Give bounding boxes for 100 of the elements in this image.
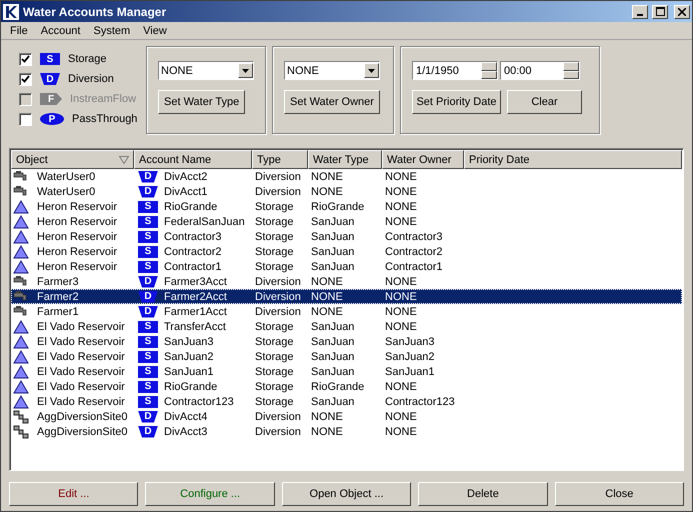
triangle-icon (13, 380, 29, 394)
table-cell-text: SanJuan (310, 246, 356, 258)
table-cell-text: NONE (310, 426, 344, 438)
table-cell-text: Diversion (254, 426, 302, 438)
table-cell-text: SanJuan (310, 260, 356, 272)
set-button[interactable]: Set Water Type (158, 90, 246, 114)
triangle-icon (13, 244, 29, 258)
column-header[interactable]: Water Type (308, 150, 382, 169)
date-field[interactable]: 1/1/1950 (412, 61, 498, 80)
close-button[interactable] (674, 4, 690, 18)
column-header[interactable]: Water Owner (382, 150, 464, 169)
table-cell-text: Diversion (254, 186, 302, 198)
storage-badge: S (40, 53, 60, 65)
table-cell-text: SanJuan (310, 350, 356, 362)
dropdown[interactable]: NONE (284, 61, 380, 80)
footer-button[interactable]: Edit ... (9, 482, 138, 506)
column-header[interactable]: Object (11, 150, 134, 169)
footer-button[interactable]: Delete (418, 482, 548, 506)
storage-badge: S (138, 320, 158, 332)
filter-label: Storage (68, 53, 107, 65)
table-cell: DivAcct4 (164, 410, 208, 422)
time-field[interactable]: 00:00 (500, 61, 580, 80)
column-header[interactable]: Type (252, 150, 308, 169)
faucet-icon (13, 274, 29, 288)
checkbox[interactable] (19, 52, 32, 66)
storage-badge: S (138, 260, 158, 272)
table-cell: Heron Reservoir (37, 246, 118, 258)
minimize-icon (637, 14, 643, 16)
faucet-icon (13, 184, 29, 198)
set-button[interactable]: Set Water Owner (284, 90, 380, 114)
footer-button[interactable]: Open Object ... (282, 482, 412, 506)
triangle-icon (13, 364, 29, 378)
triangle-icon (13, 350, 29, 364)
table-cell-text: Diversion (254, 410, 302, 422)
footer-button[interactable]: Close (554, 482, 684, 506)
table-cell-text: NONE (384, 320, 418, 332)
table-cell-text: Diversion (254, 290, 302, 302)
table-cell-text: SanJuan (310, 336, 356, 348)
table-cell: DivAcct1 (164, 186, 208, 198)
filter-label: Diversion (68, 73, 114, 85)
table-cell: Heron Reservoir (37, 216, 118, 228)
table-cell-text: NONE (384, 426, 418, 438)
table-cell-text: Diversion (254, 170, 302, 182)
table-cell-text: Storage (254, 246, 295, 258)
nodes-icon (13, 424, 29, 438)
table-cell-text: Storage (254, 336, 295, 348)
nodes-icon (13, 410, 29, 424)
diversion-badge: D (40, 73, 60, 85)
caret-icon (242, 68, 249, 72)
storage-badge: S (138, 230, 158, 242)
set-priority-date-button[interactable]: Set Priority Date (412, 90, 501, 114)
table-cell: Contractor1 (164, 260, 222, 272)
dropdown[interactable]: NONE (158, 61, 254, 80)
maximize-icon (656, 7, 664, 16)
table-cell-text: NONE (384, 186, 418, 198)
table-cell-text: Storage (254, 216, 295, 228)
sort-icon (119, 156, 129, 164)
storage-badge: S (138, 396, 158, 408)
footer-button[interactable]: Configure ... (145, 482, 275, 506)
table-cell: DivAcct2 (164, 170, 208, 182)
checkbox[interactable] (19, 72, 32, 86)
menu-item[interactable]: View (136, 24, 173, 36)
table-cell-text: SanJuan (310, 366, 356, 378)
table-cell: SanJuan1 (164, 366, 214, 378)
clear-button[interactable]: Clear (507, 90, 582, 114)
menu-item[interactable]: Account (34, 24, 86, 36)
column-header[interactable]: Priority Date (464, 150, 682, 169)
close-icon (678, 8, 686, 16)
menu-item[interactable]: File (3, 24, 34, 36)
menu-item[interactable]: System (86, 24, 136, 36)
table-cell: Heron Reservoir (37, 230, 118, 242)
table-cell: El Vado Reservoir (37, 366, 125, 378)
instream-badge: F (40, 93, 62, 105)
table-cell: Farmer2 (37, 290, 79, 302)
triangle-icon (13, 214, 29, 228)
table-cell-text: RioGrande (310, 380, 366, 392)
table-cell-text: Storage (254, 350, 295, 362)
table-cell: Farmer2Acct (164, 290, 227, 302)
table-cell: El Vado Reservoir (37, 350, 125, 362)
table-cell: Farmer1Acct (164, 306, 227, 318)
diversion-badge: D (138, 410, 158, 422)
table-cell: RioGrande (164, 380, 218, 392)
caret-icon (368, 68, 375, 72)
table-cell-text: Storage (254, 260, 295, 272)
maximize-button[interactable] (652, 4, 668, 18)
column-header[interactable]: Account Name (134, 150, 252, 169)
table-cell: Contractor3 (164, 230, 222, 242)
table-row[interactable]: Farmer2 D Farmer2Acct Diversion NONE NONE (11, 289, 682, 304)
table-cell: AggDiversionSite0 (37, 426, 128, 438)
passthrough-badge: P (40, 113, 64, 125)
table-cell-text: NONE (384, 170, 418, 182)
minimize-button[interactable] (632, 4, 648, 18)
table-cell-text: NONE (384, 216, 418, 228)
triangle-icon (13, 200, 29, 214)
table-cell-text: SanJuan (310, 320, 356, 332)
diversion-badge: D (138, 170, 158, 182)
table-cell-text: Contractor123 (384, 396, 456, 408)
table-cell-text: RioGrande (310, 200, 366, 212)
checkbox[interactable] (19, 112, 32, 126)
table-cell: Contractor2 (164, 246, 222, 258)
